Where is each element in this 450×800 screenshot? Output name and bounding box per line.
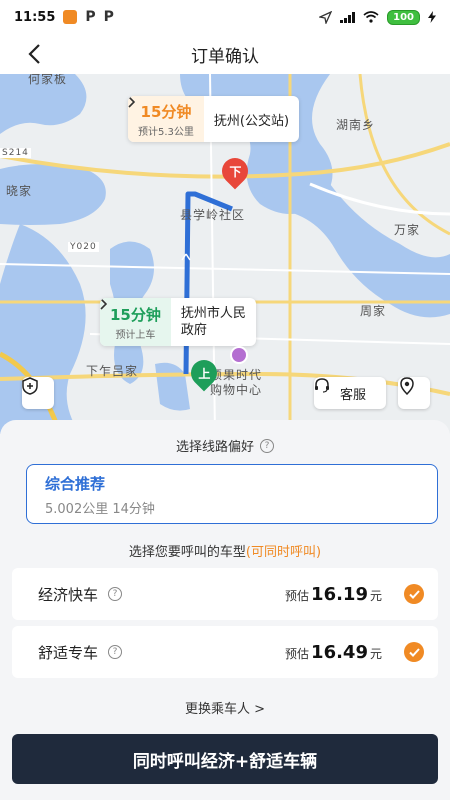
- car-selected-checkbox[interactable]: [404, 584, 424, 604]
- pickup-time: 15分钟: [110, 305, 161, 324]
- car-price: 预估 16.49 元: [285, 642, 382, 663]
- signal-icon: [340, 11, 356, 23]
- back-button[interactable]: [20, 40, 48, 68]
- route-option-recommended[interactable]: 综合推荐 5.002公里 14分钟: [26, 464, 438, 524]
- destination-eta: 15分钟 预计5.3公里: [128, 96, 204, 142]
- location-arrow-icon: [319, 10, 333, 24]
- chevron-left-icon: [28, 44, 40, 64]
- map-label: 周家: [360, 304, 387, 318]
- map-label: 硕果时代 购物中心: [210, 368, 263, 397]
- car-name: 经济快车: [38, 585, 99, 604]
- car-selected-checkbox[interactable]: [404, 642, 424, 662]
- help-icon[interactable]: ?: [260, 438, 274, 453]
- pickup-sub: 预计上车: [115, 329, 156, 341]
- price-prefix: 预估: [285, 588, 310, 603]
- road-badge: Y020: [68, 242, 99, 252]
- shield-plus-icon: [22, 377, 38, 395]
- wifi-icon: [363, 11, 379, 23]
- customer-service-button[interactable]: 客服: [314, 377, 386, 409]
- car-type-label: 选择您要呼叫的车型: [128, 545, 246, 560]
- price-unit: 元: [369, 588, 382, 603]
- route-map[interactable]: 何家板 湖南乡 万家 晓家 县学岭社区 周家 下乍吕家 硕果时代 购物中心 S2…: [0, 74, 450, 434]
- car-option-comfort[interactable]: 舒适专车 ? 预估 16.49 元: [12, 626, 438, 678]
- destination-distance: 预计5.3公里: [138, 126, 194, 138]
- parking-notification-icon-2: P: [103, 9, 114, 25]
- page-header: 订单确认: [0, 34, 450, 74]
- car-type-title: 选择您要呼叫的车型(可同时呼叫): [0, 541, 450, 560]
- car-name: 舒适专车: [38, 643, 99, 662]
- chevron-right-icon: [100, 298, 107, 310]
- check-icon: [408, 647, 420, 657]
- map-label: 县学岭社区: [180, 208, 246, 222]
- car-option-economy[interactable]: 经济快车 ? 预估 16.19 元: [12, 568, 438, 620]
- parking-notification-icon: P: [85, 9, 96, 25]
- price-unit: 元: [369, 646, 382, 661]
- chevron-right-icon: [128, 96, 135, 108]
- route-option-detail: 5.002公里 14分钟: [45, 502, 155, 517]
- map-label: 晓家: [6, 184, 33, 198]
- help-icon[interactable]: ?: [108, 587, 123, 601]
- pickup-eta: 15分钟 预计上车: [100, 298, 171, 346]
- help-icon[interactable]: ?: [108, 645, 123, 659]
- change-passenger-link[interactable]: 更换乘车人 >: [0, 698, 450, 717]
- destination-name: 抚州(公交站): [213, 113, 290, 129]
- status-bar: 11:55 P P 100: [0, 0, 450, 34]
- price-prefix: 预估: [285, 646, 310, 661]
- map-label: 湖南乡: [336, 118, 376, 132]
- dropoff-pin-label: 下: [228, 164, 242, 179]
- call-car-button[interactable]: 同时呼叫经济+舒适车辆: [12, 734, 438, 784]
- destination-time: 15分钟: [140, 102, 192, 121]
- customer-service-label: 客服: [339, 387, 366, 403]
- check-icon: [408, 589, 420, 599]
- safety-shield-button[interactable]: [22, 377, 54, 409]
- headset-icon: [315, 378, 329, 393]
- destination-callout[interactable]: 15分钟 预计5.3公里 抚州(公交站): [128, 96, 300, 142]
- map-label: 万家: [394, 223, 421, 237]
- app-notification-icon: [63, 10, 78, 24]
- pickup-pin-label: 上: [197, 366, 211, 381]
- car-type-hint: (可同时呼叫): [245, 545, 322, 560]
- route-preference-label: 选择线路偏好: [175, 440, 254, 455]
- pickup-name: 抚州市人民 政府: [180, 306, 246, 338]
- status-time: 11:55: [14, 9, 56, 25]
- pickup-callout[interactable]: 15分钟 预计上车 抚州市人民 政府: [100, 298, 256, 346]
- map-label: 下乍吕家: [86, 364, 139, 378]
- location-target-icon: [400, 377, 414, 395]
- map-label: 何家板: [28, 74, 68, 86]
- charging-icon: [428, 11, 436, 23]
- route-option-name: 综合推荐: [45, 475, 106, 493]
- price-value: 16.49: [311, 641, 368, 663]
- price-value: 16.19: [311, 583, 368, 605]
- road-badge: S214: [0, 148, 31, 158]
- route-preference-title: 选择线路偏好 ?: [0, 436, 450, 455]
- page-title: 订单确认: [191, 46, 259, 67]
- mall-poi-icon: [230, 346, 248, 364]
- car-price: 预估 16.19 元: [285, 584, 382, 605]
- locate-button[interactable]: [398, 377, 430, 409]
- battery-indicator: 100: [387, 9, 420, 25]
- order-sheet: 选择线路偏好 ? 综合推荐 5.002公里 14分钟 选择您要呼叫的车型(可同时…: [0, 420, 450, 800]
